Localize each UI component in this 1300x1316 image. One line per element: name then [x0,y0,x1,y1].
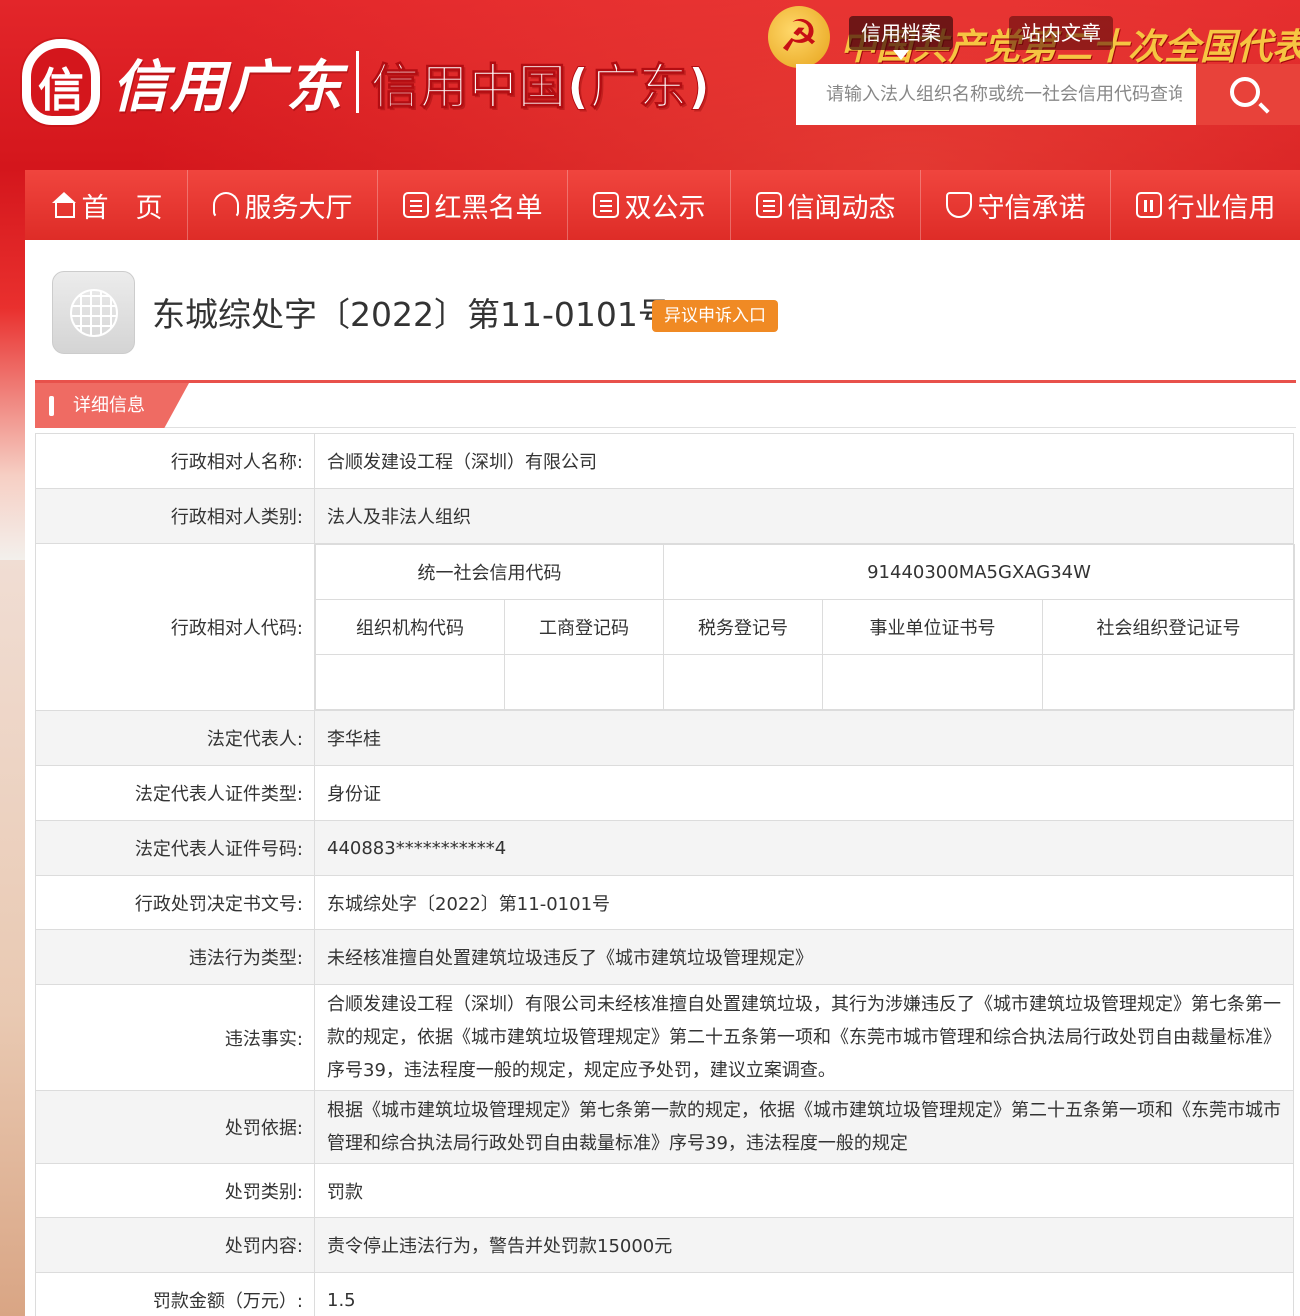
logo-divider [356,51,359,113]
field-label: 法定代表人证件类型: [35,765,315,821]
field-label: 行政相对人类别: [35,488,315,544]
nav-item-label: 服务大厅 [244,192,353,224]
field-label: 行政相对人代码: [35,543,315,711]
legal-rep-id-type-value: 身份证 [314,765,1294,821]
logo-subtitle: 信用中国(广东) [371,59,711,116]
field-label: 罚款金额（万元）: [35,1272,315,1316]
nav-item-label: 首 页 [81,192,163,224]
violation-facts-value: 合顺发建设工程（深圳）有限公司未经核准擅自处置建筑垃圾，其行为涉嫌违反了《城市建… [314,984,1294,1091]
headset-icon [212,192,239,218]
field-label: 法定代表人: [35,710,315,766]
list-icon [402,192,429,218]
nav-item-label: 信闻动态 [787,192,896,224]
field-label: 处罚内容: [35,1217,315,1273]
table-row: 行政相对人名称: 合顺发建设工程（深圳）有限公司 [35,433,1294,489]
uscc-label: 统一社会信用代码 [315,544,664,600]
nav-item-news[interactable]: 信闻动态 [731,170,921,240]
field-label: 行政处罚决定书文号: [35,875,315,930]
main-nav: 首 页 服务大厅 红黑名单 双公示 信闻动态 守信承诺 行业信用 [25,170,1300,240]
code-value [315,654,505,710]
tab-site-articles[interactable]: 站内文章 [1009,16,1113,50]
bulletin-icon [592,192,619,218]
search-input[interactable] [796,64,1196,125]
code-header: 税务登记号 [663,599,823,655]
legal-rep-value: 李华桂 [314,710,1294,766]
code-value [504,654,664,710]
code-header: 工商登记码 [504,599,664,655]
table-row: 违法事实: 合顺发建设工程（深圳）有限公司未经核准擅自处置建筑垃圾，其行为涉嫌违… [35,984,1294,1091]
table-row: 法定代表人证件号码: 440883***********4 [35,820,1294,876]
penalty-content-value: 责令停止违法行为，警告并处罚款15000元 [314,1217,1294,1273]
section-marker [49,396,54,416]
table-row: 处罚类别: 罚款 [35,1163,1294,1218]
detail-table: 行政相对人名称: 合顺发建设工程（深圳）有限公司 行政相对人类别: 法人及非法人… [35,433,1296,1316]
search-icon [1230,77,1260,107]
codes-row [315,654,1296,710]
nav-item-label: 红黑名单 [434,192,543,224]
codes-cell: 统一社会信用代码 91440300MA5GXAG34W 组织机构代码 工商登记码… [314,543,1296,711]
field-label: 行政相对人名称: [35,433,315,489]
codes-row: 组织机构代码 工商登记码 税务登记号 事业单位证书号 社会组织登记证号 [315,599,1296,655]
home-icon [50,192,76,218]
table-row: 罚款金额（万元）: 1.5 [35,1272,1294,1316]
codes-row: 统一社会信用代码 91440300MA5GXAG34W [315,544,1296,600]
content-panel: 东城综处字〔2022〕第11-0101号 异议申诉入口 详细信息 行政相对人名称… [25,240,1300,1316]
nav-item-label: 守信承诺 [977,192,1086,224]
table-row: 法定代表人证件类型: 身份证 [35,765,1294,821]
table-row: 处罚内容: 责令停止违法行为，警告并处罚款15000元 [35,1217,1294,1273]
code-value [1041,654,1296,710]
site-logo[interactable]: 信 信用广东 信用中国(广东) [22,34,711,130]
table-row: 法定代表人: 李华桂 [35,710,1294,766]
penalty-category-value: 罚款 [314,1163,1294,1218]
legal-rep-id-no-value: 440883***********4 [314,820,1294,876]
subject-type-value: 法人及非法人组织 [314,488,1294,544]
code-header: 组织机构代码 [315,599,505,655]
field-label: 处罚类别: [35,1163,315,1218]
shield-icon [945,192,972,218]
code-header: 社会组织登记证号 [1041,599,1296,655]
decision-no-value: 东城综处字〔2022〕第11-0101号 [314,875,1294,930]
nav-item-credit-commitment[interactable]: 守信承诺 [921,170,1111,240]
party-emblem-icon: ☭ [768,6,830,68]
violation-type-value: 未经核准擅自处置建筑垃圾违反了《城市建筑垃圾管理规定》 [314,929,1294,985]
field-label: 处罚依据: [35,1090,315,1164]
fine-amount-value: 1.5 [314,1272,1294,1316]
subject-name-value: 合顺发建设工程（深圳）有限公司 [314,433,1294,489]
nav-item-home[interactable]: 首 页 [25,170,188,240]
news-icon [755,192,782,218]
codes-table: 统一社会信用代码 91440300MA5GXAG34W 组织机构代码 工商登记码… [315,544,1296,710]
table-row: 行政处罚决定书文号: 东城综处字〔2022〕第11-0101号 [35,875,1294,930]
building-icon [1135,192,1162,218]
field-label: 违法事实: [35,984,315,1091]
penalty-basis-value: 根据《城市建筑垃圾管理规定》第七条第一款的规定，依据《城市建筑垃圾管理规定》第二… [314,1090,1294,1164]
nav-item-red-black-list[interactable]: 红黑名单 [378,170,568,240]
nav-item-industry-credit[interactable]: 行业信用 [1111,170,1300,240]
section-tab-details[interactable]: 详细信息 [35,383,189,428]
field-label: 法定代表人证件号码: [35,820,315,876]
table-row: 处罚依据: 根据《城市建筑垃圾管理规定》第七条第一款的规定，依据《城市建筑垃圾管… [35,1090,1294,1164]
code-header: 事业单位证书号 [822,599,1043,655]
section-tab-label: 详细信息 [73,395,145,416]
search-button[interactable] [1196,64,1300,125]
nav-item-double-publicity[interactable]: 双公示 [568,170,731,240]
page-title: 东城综处字〔2022〕第11-0101号 [152,295,671,334]
code-value [822,654,1043,710]
appeal-entry-button[interactable]: 异议申诉入口 [652,300,778,332]
logo-mark-glyph: 信 [38,63,84,117]
section-header: 详细信息 [35,380,1296,428]
nav-item-label: 双公示 [624,192,706,224]
table-row: 违法行为类型: 未经核准擅自处置建筑垃圾违反了《城市建筑垃圾管理规定》 [35,929,1294,985]
uscc-value: 91440300MA5GXAG34W [662,544,1296,600]
record-icon [52,271,135,354]
tab-credit-archive[interactable]: 信用档案 [849,16,953,60]
code-value [663,654,823,710]
table-row: 行政相对人类别: 法人及非法人组织 [35,488,1294,544]
nav-item-service-hall[interactable]: 服务大厅 [188,170,378,240]
nav-item-label: 行业信用 [1167,192,1276,224]
logo-script-text: 信用广东 [112,53,344,120]
field-label: 违法行为类型: [35,929,315,985]
globe-icon [70,289,118,337]
logo-mark-icon: 信 [22,39,100,125]
table-row: 行政相对人代码: 统一社会信用代码 91440300MA5GXAG34W 组织机… [35,543,1296,711]
